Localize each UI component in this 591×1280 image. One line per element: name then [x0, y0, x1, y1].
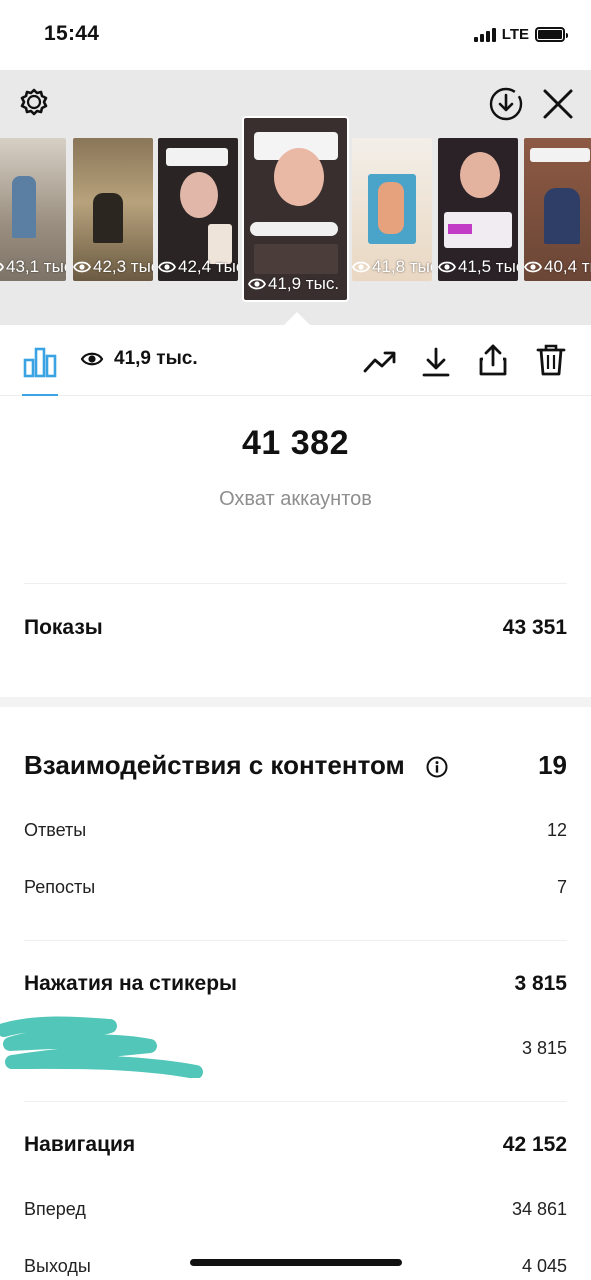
- toolbar-views-value: 41,9 тыс.: [114, 348, 198, 369]
- navigation-value: 42 152: [502, 1133, 567, 1156]
- network-type: LTE: [501, 26, 529, 43]
- story-thumbnail[interactable]: 41,8 тыс.: [352, 138, 432, 281]
- navigation-label: Навигация: [24, 1133, 136, 1156]
- eye-icon: [0, 262, 4, 272]
- replies-value: 12: [546, 820, 567, 840]
- reposts-value: 7: [556, 877, 567, 897]
- exits-value: 4 045: [521, 1256, 567, 1276]
- impressions-row: Показы 43 351: [24, 616, 567, 640]
- impressions-label: Показы: [24, 616, 103, 639]
- divider: [24, 1101, 567, 1102]
- eye-icon: [158, 261, 176, 273]
- status-time: 15:44: [44, 22, 100, 45]
- story-thumbnail[interactable]: 42,4 тыс.: [158, 138, 238, 281]
- eye-icon: [438, 261, 456, 273]
- battery-icon: [535, 27, 568, 42]
- share-icon[interactable]: [476, 343, 510, 377]
- eye-icon: [80, 352, 104, 366]
- story-views: 42,4 тыс.: [158, 257, 238, 277]
- sticker-taps-row: Нажатия на стикеры 3 815: [24, 972, 567, 996]
- story-thumbnail[interactable]: 41,5 тыс.: [438, 138, 518, 281]
- story-thumbnails-strip: 43,1 тыс. 42,3 тыс. 42,4 тыс.: [0, 116, 591, 328]
- download-icon[interactable]: [488, 86, 524, 122]
- eye-icon: [73, 261, 91, 273]
- trending-icon[interactable]: [362, 345, 398, 379]
- reach-label: Охват аккаунтов: [219, 488, 372, 510]
- active-tab-indicator: [22, 394, 58, 396]
- sticker-sub-value: 3 815: [521, 1038, 567, 1058]
- delete-trash-icon[interactable]: [534, 343, 568, 377]
- eye-icon: [248, 278, 266, 290]
- story-thumbnail[interactable]: 42,3 тыс.: [73, 138, 153, 281]
- close-icon[interactable]: [540, 86, 576, 122]
- interactions-row: Взаимодействия с контентом 19: [24, 750, 567, 781]
- sticker-taps-label: Нажатия на стикеры: [24, 972, 237, 995]
- status-bar: 15:44 LTE: [0, 0, 591, 70]
- settings-gear-icon[interactable]: [16, 86, 52, 122]
- insights-bar-chart-icon[interactable]: [22, 345, 58, 379]
- story-views: 41,8 тыс.: [352, 257, 432, 277]
- story-views: 43,1 тыс.: [0, 257, 66, 277]
- eye-icon: [524, 261, 542, 273]
- story-thumbnail-selected[interactable]: 41,9 тыс.: [242, 116, 349, 302]
- download-arrow-icon[interactable]: [420, 345, 452, 379]
- navigation-row: Навигация 42 152: [24, 1133, 567, 1157]
- exits-label: Выходы: [24, 1256, 91, 1276]
- home-indicator[interactable]: [190, 1259, 402, 1266]
- reach-value: 41 382: [242, 424, 349, 462]
- selected-story-pointer: [283, 312, 311, 326]
- replies-label: Ответы: [24, 820, 87, 840]
- story-thumbnail-image: [244, 118, 347, 300]
- section-separator: [0, 697, 591, 707]
- story-thumbnail[interactable]: 43,1 тыс.: [0, 138, 66, 281]
- toolbar-views: 41,9 тыс.: [80, 348, 198, 370]
- story-views: 42,3 тыс.: [73, 257, 153, 277]
- forward-row: Вперед 34 861: [24, 1199, 567, 1220]
- forward-value: 34 861: [511, 1199, 567, 1219]
- interactions-value: 19: [538, 750, 567, 780]
- story-thumbnail[interactable]: 40,4 тыс.: [524, 138, 591, 281]
- redaction-scribble: [0, 1016, 203, 1078]
- story-views: 41,5 тыс.: [438, 257, 518, 277]
- signal-icon: [473, 27, 496, 42]
- sticker-taps-value: 3 815: [514, 972, 567, 995]
- forward-label: Вперед: [24, 1199, 86, 1219]
- divider: [24, 583, 567, 584]
- interactions-heading: Взаимодействия с контентом: [24, 750, 448, 781]
- status-indicators: LTE: [473, 26, 568, 43]
- story-views: 40,4 тыс.: [524, 257, 591, 277]
- impressions-value: 43 351: [502, 616, 567, 639]
- info-icon[interactable]: [426, 756, 448, 778]
- story-views: 41,9 тыс.: [248, 274, 339, 294]
- divider: [24, 940, 567, 941]
- interactions-label: Взаимодействия с контентом: [24, 750, 405, 780]
- reposts-row: Репосты 7: [24, 877, 567, 898]
- eye-icon: [352, 261, 370, 273]
- replies-row: Ответы 12: [24, 820, 567, 841]
- reposts-label: Репосты: [24, 877, 96, 897]
